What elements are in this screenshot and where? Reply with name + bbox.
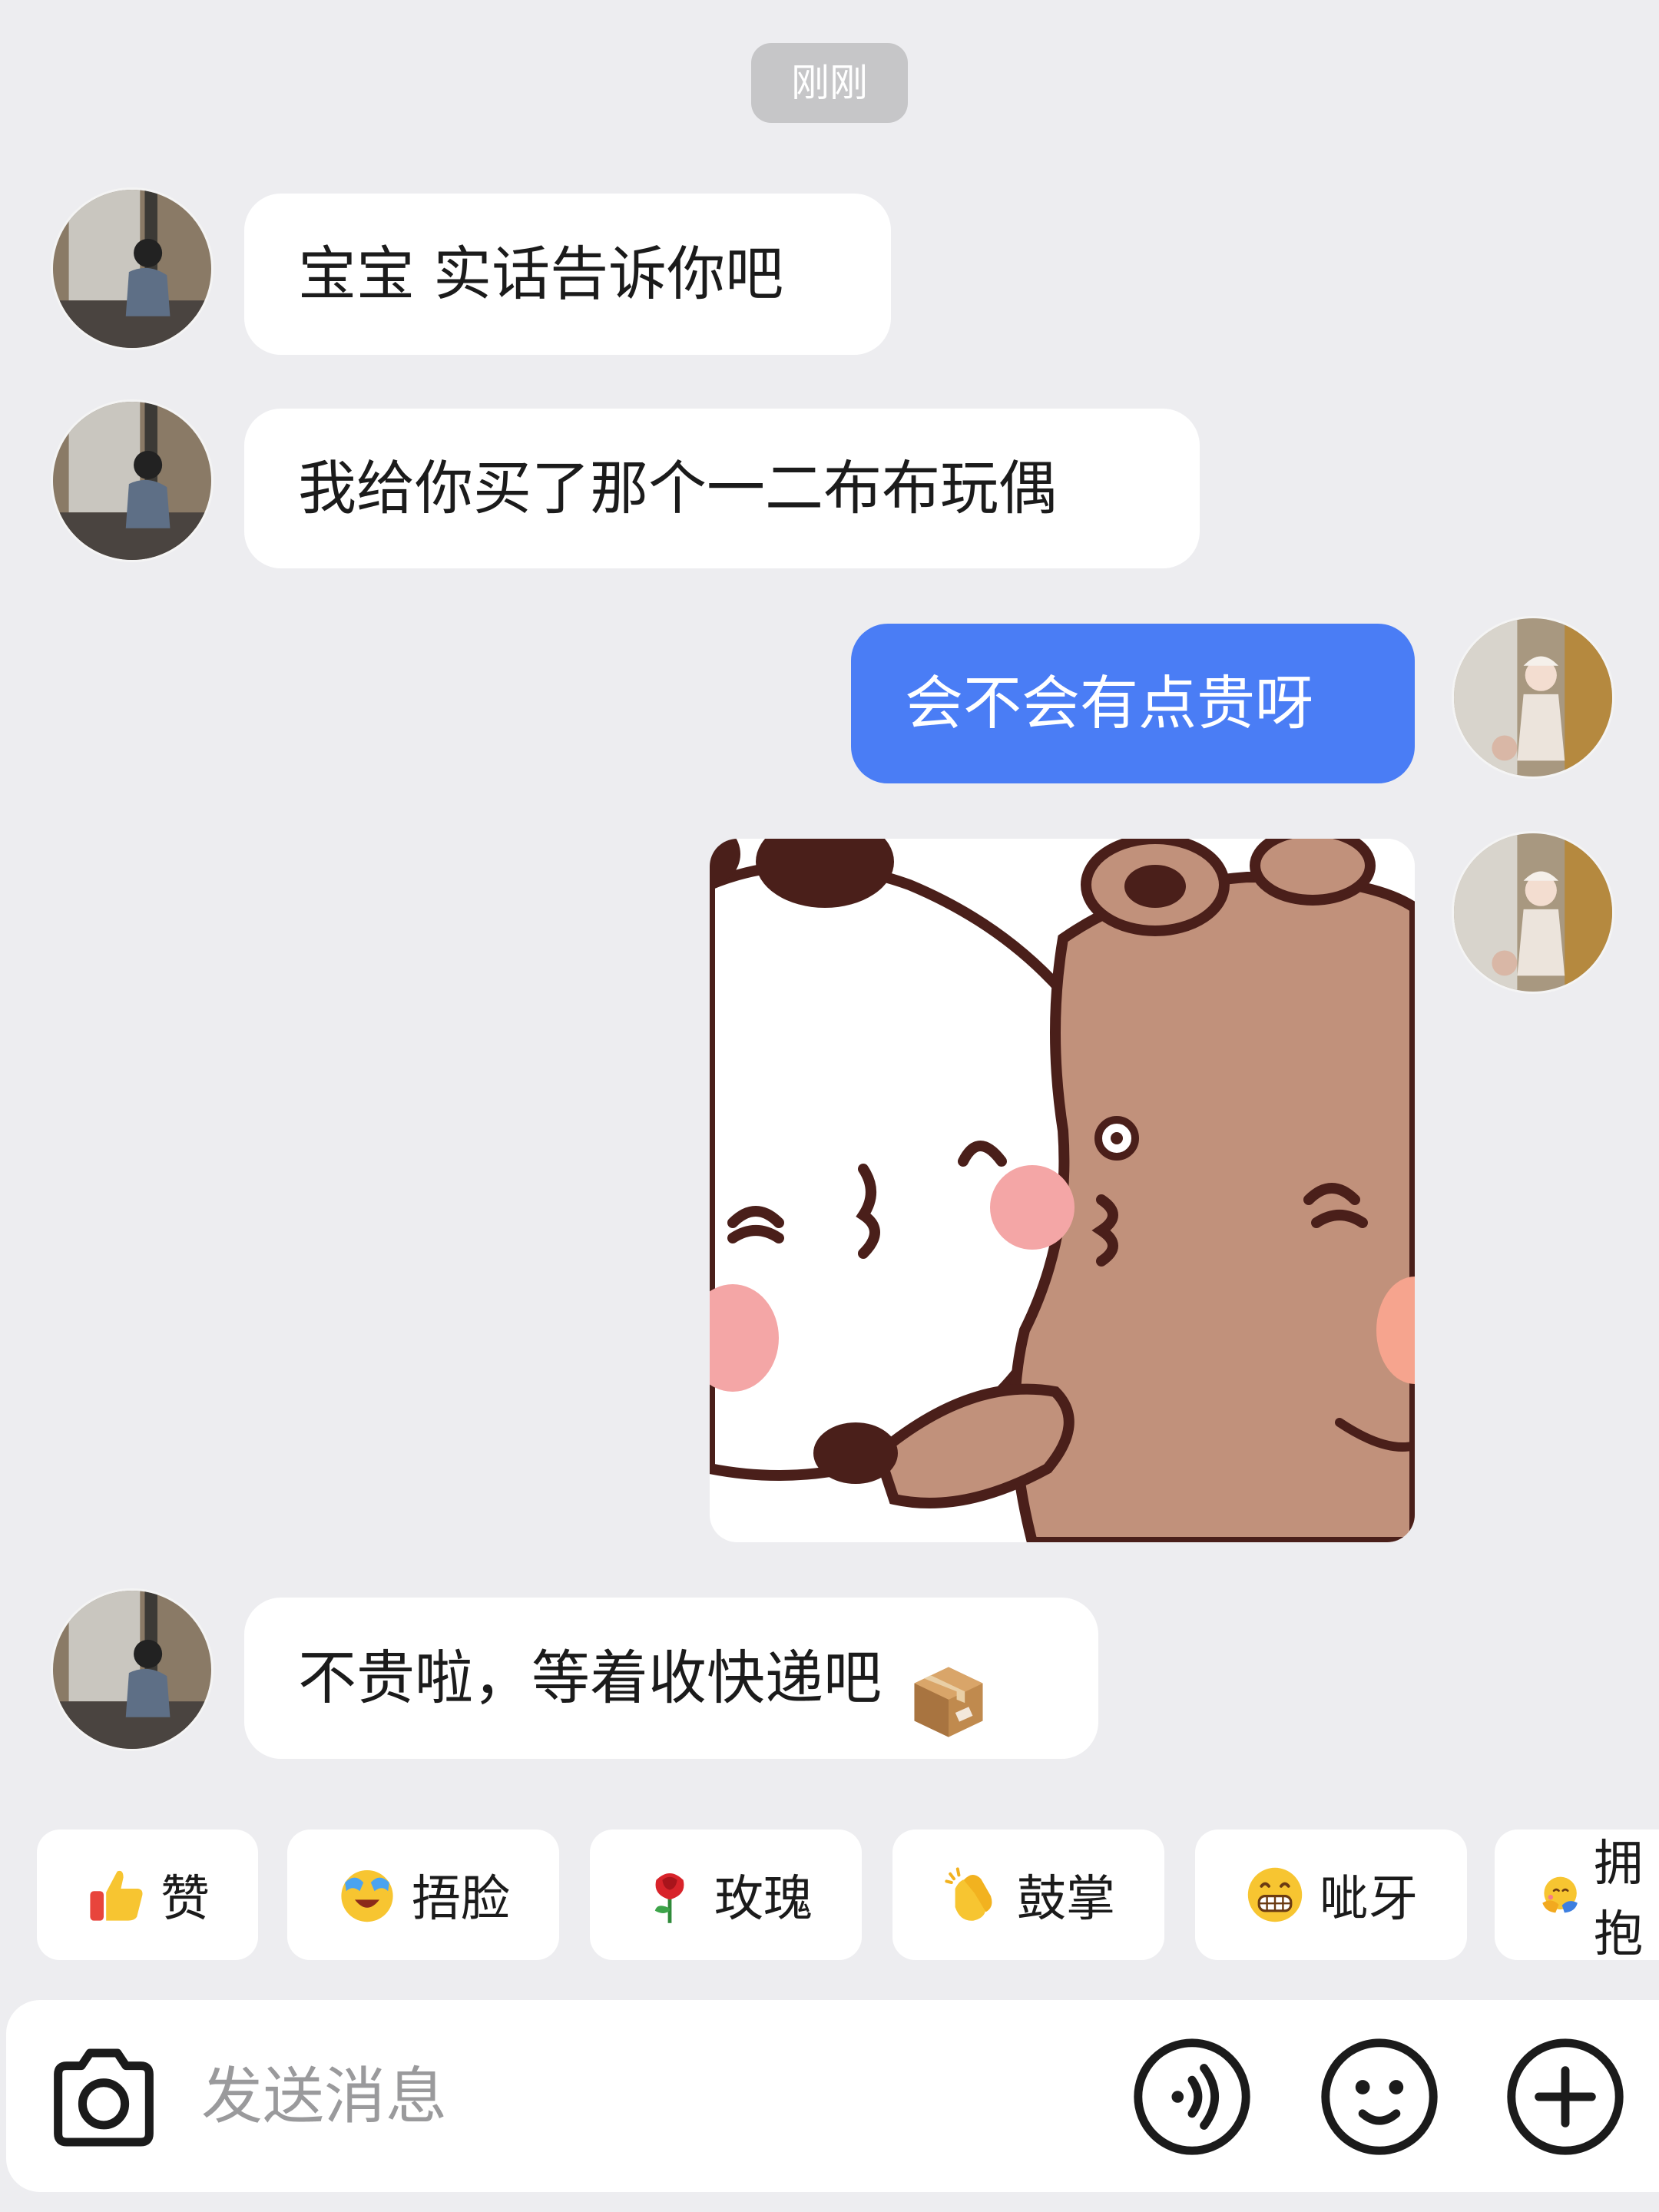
message-bubble-incoming[interactable]: 不贵啦，等着收快递吧 [244,1598,1098,1759]
message-text: 不贵啦，等着收快递吧 [298,1644,882,1712]
avatar-self[interactable] [1452,831,1614,994]
avatar-contact[interactable] [51,187,214,350]
message-text: 宝宝 实话告诉你吧 [298,240,784,308]
bears-kiss-sticker [710,839,1415,1542]
self-photo-icon [1454,618,1612,777]
reaction-label: 呲牙 [1320,1871,1418,1928]
message-bubble-incoming[interactable]: 宝宝 实话告诉你吧 [244,194,891,355]
face-palm-laugh-icon [336,1864,398,1926]
camera-icon[interactable] [45,2045,163,2151]
clapping-hands-icon [942,1864,1003,1926]
reaction-label: 拥抱 [1594,1836,1644,1960]
sticker-message[interactable] [710,839,1415,1542]
package-icon [908,1641,989,1737]
contact-photo-icon [53,1591,211,1749]
reaction-button-facepalm[interactable]: 捂脸 [287,1830,559,1960]
avatar-contact[interactable] [51,399,214,562]
contact-photo-icon [53,190,211,348]
avatar-contact[interactable] [51,1588,214,1751]
message-text: 会不会有点贵呀 [905,669,1313,737]
rose-icon [639,1864,700,1926]
reaction-button-clap[interactable]: 鼓掌 [892,1830,1164,1960]
contact-photo-icon [53,402,211,560]
avatar-self[interactable] [1452,616,1614,779]
message-bubble-outgoing[interactable]: 会不会有点贵呀 [851,624,1415,783]
reaction-button-grin[interactable]: 呲牙 [1195,1830,1467,1960]
timestamp-label: 刚刚 [751,43,908,123]
reaction-label: 玫瑰 [714,1871,813,1928]
reaction-button-like[interactable]: 赞 [37,1830,258,1960]
self-photo-icon [1454,833,1612,992]
message-text: 我给你买了那个一二布布玩偶 [298,454,1057,522]
grinning-teeth-icon [1244,1864,1306,1926]
reaction-label: 捂脸 [412,1871,510,1928]
message-bubble-incoming[interactable]: 我给你买了那个一二布布玩偶 [244,409,1200,568]
emoji-icon[interactable] [1320,2037,1439,2157]
thumbs-up-icon [85,1864,147,1926]
reaction-button-rose[interactable]: 玫瑰 [590,1830,862,1960]
plus-icon[interactable] [1505,2037,1625,2157]
voice-icon[interactable] [1132,2037,1252,2157]
reaction-button-hug[interactable]: 拥抱 [1495,1830,1659,1960]
reaction-label: 赞 [161,1871,210,1928]
reaction-label: 鼓掌 [1017,1871,1115,1928]
message-input[interactable]: 发送消息 [201,2058,447,2135]
hug-icon [1539,1864,1580,1926]
